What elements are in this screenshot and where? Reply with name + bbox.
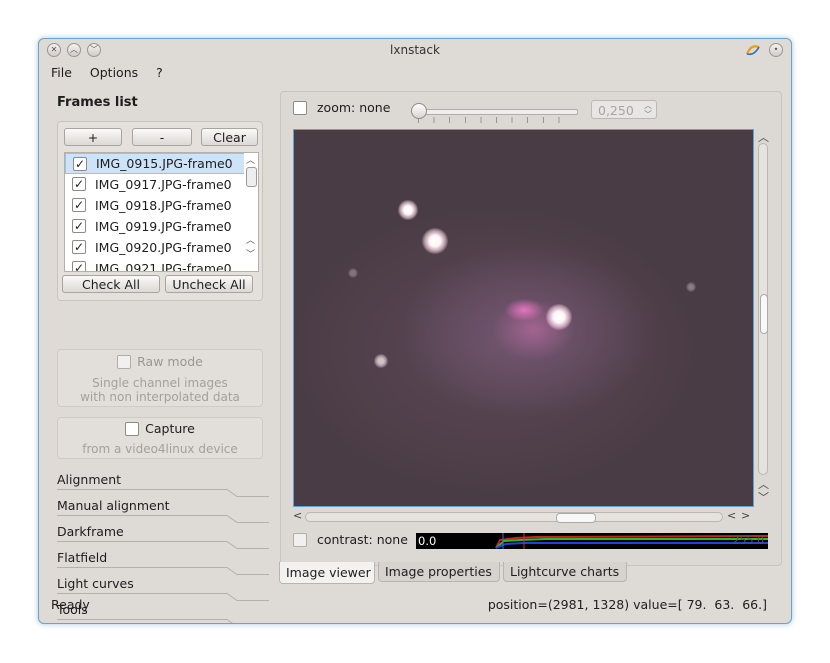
- viewer-hscrollbar[interactable]: < < >: [293, 509, 759, 525]
- capture-checkbox[interactable]: [125, 422, 140, 436]
- zoom-checkbox[interactable]: [293, 101, 307, 115]
- frames-listbox[interactable]: ✓ IMG_0915.JPG-frame0 ✓ IMG_0917.JPG-fra…: [64, 152, 259, 272]
- scroll-down-icon[interactable]: ﹀: [246, 247, 255, 260]
- checkbox-icon[interactable]: ✓: [72, 198, 86, 212]
- zoom-label: zoom: none: [316, 100, 391, 115]
- tab-image-viewer[interactable]: Image viewer: [279, 562, 375, 584]
- capture-label: Capture: [145, 421, 195, 436]
- list-item[interactable]: ✓ IMG_0918.JPG-frame0: [65, 195, 258, 216]
- accordion-divider: [57, 489, 269, 497]
- add-frame-button[interactable]: +: [64, 128, 122, 146]
- star: [374, 354, 388, 368]
- frame-label: IMG_0921.JPG-frame0: [95, 261, 232, 272]
- capture-toggle[interactable]: Capture: [58, 421, 262, 436]
- frame-label: IMG_0915.JPG-frame0: [96, 156, 233, 171]
- levels-min: 0.0: [418, 534, 437, 548]
- star: [686, 282, 696, 292]
- accordion-manual-alignment[interactable]: Manual alignment: [57, 497, 269, 523]
- status-text: Ready: [51, 597, 90, 612]
- checkbox-icon[interactable]: ✓: [73, 157, 87, 171]
- status-position: position=(2981, 1328) value=[ 79. 63. 66…: [487, 597, 767, 612]
- star: [422, 228, 448, 254]
- contrast-checkbox[interactable]: [293, 533, 307, 547]
- hscroll-thumb[interactable]: [556, 513, 596, 523]
- frames-box: + - Clear ✓ IMG_0915.JPG-frame0 ✓ IMG_09…: [57, 121, 263, 301]
- zoom-value: 0,250: [598, 103, 634, 118]
- scroll-down-icon[interactable]: ﹀: [758, 489, 769, 505]
- menu-bar: File Options ?: [51, 65, 177, 83]
- accordion-divider: [57, 515, 269, 523]
- zoom-slider[interactable]: [416, 109, 578, 115]
- checkbox-icon[interactable]: ✓: [72, 261, 86, 271]
- checkbox-icon[interactable]: ✓: [72, 240, 86, 254]
- raw-mode-desc-2: with non interpolated data: [80, 390, 240, 404]
- raw-mode-label: Raw mode: [137, 354, 203, 369]
- spin-arrows-icon[interactable]: ︿ ﹀: [644, 101, 652, 119]
- remove-frame-button[interactable]: -: [132, 128, 192, 146]
- accordion-darkframe[interactable]: Darkframe: [57, 523, 269, 549]
- image-viewer[interactable]: [293, 129, 754, 507]
- contrast-label: contrast: none: [316, 532, 408, 547]
- title-bar: ✕ ︿ ﹀ lxnstack •: [39, 39, 791, 63]
- window-title: lxnstack: [390, 43, 440, 57]
- frame-label: IMG_0920.JPG-frame0: [95, 240, 232, 255]
- uncheck-all-button[interactable]: Uncheck All: [165, 275, 253, 293]
- list-item[interactable]: ✓ IMG_0917.JPG-frame0: [65, 174, 258, 195]
- main-window: ✕ ︿ ﹀ lxnstack • File Options ? Frames l…: [38, 38, 792, 624]
- contrast-row: contrast: none: [293, 532, 408, 550]
- list-item[interactable]: ✓ IMG_0919.JPG-frame0: [65, 216, 258, 237]
- list-item[interactable]: ✓ IMG_0921.JPG-frame0: [65, 258, 258, 272]
- histogram-curves: [495, 533, 768, 549]
- frames-list-title: Frames list: [57, 95, 138, 110]
- raw-mode-desc-1: Single channel images: [92, 376, 228, 390]
- hscroll-track[interactable]: [305, 512, 723, 523]
- accordion-divider: [57, 541, 269, 549]
- accordion-flatfield[interactable]: Flatfield: [57, 549, 269, 575]
- frames-scrollbar[interactable]: ︿ ︿ ﹀: [244, 153, 258, 271]
- star: [348, 268, 358, 278]
- scroll-up-icon[interactable]: ︿: [246, 233, 255, 246]
- scroll-left-icon[interactable]: <: [727, 509, 736, 522]
- clear-frames-button[interactable]: Clear: [201, 128, 258, 146]
- raw-mode-group: Raw mode Single channel images with non …: [57, 349, 263, 407]
- accordion-alignment[interactable]: Alignment: [57, 471, 269, 497]
- vscroll-thumb[interactable]: [760, 294, 768, 334]
- viewer-vscrollbar[interactable]: ︿ ︿ ﹀: [755, 129, 771, 507]
- checkbox-icon[interactable]: ✓: [72, 177, 86, 191]
- levels-histogram[interactable]: 0.0 255.0: [416, 533, 768, 549]
- star: [398, 200, 418, 220]
- accordion-divider: [57, 567, 269, 575]
- capture-desc: from a video4linux device: [82, 442, 238, 456]
- zoom-slider-ticks: [418, 117, 574, 123]
- viewer-panel: zoom: none 0,250 ︿ ﹀ ︿ ︿ ﹀ < < > contras…: [280, 91, 782, 566]
- list-item[interactable]: ✓ IMG_0915.JPG-frame0: [65, 153, 258, 174]
- raw-mode-checkbox[interactable]: [117, 355, 132, 369]
- tab-lightcurve-charts[interactable]: Lightcurve charts: [503, 562, 627, 582]
- zoom-slider-handle[interactable]: [411, 103, 427, 119]
- capture-group: Capture from a video4linux device: [57, 417, 263, 459]
- status-bar: Ready position=(2981, 1328) value=[ 79. …: [51, 597, 767, 615]
- scroll-up-icon[interactable]: ︿: [246, 153, 255, 166]
- checkbox-icon[interactable]: ✓: [72, 219, 86, 233]
- levels-max: 255.0: [732, 534, 765, 547]
- star: [546, 304, 572, 330]
- scroll-left-icon[interactable]: <: [293, 509, 302, 522]
- vscroll-track[interactable]: [758, 143, 768, 475]
- window-menu-icon[interactable]: •: [769, 43, 783, 57]
- tab-image-properties[interactable]: Image properties: [378, 562, 500, 582]
- frame-label: IMG_0917.JPG-frame0: [95, 177, 232, 192]
- raw-mode-toggle[interactable]: Raw mode: [58, 354, 262, 369]
- frame-label: IMG_0918.JPG-frame0: [95, 198, 232, 213]
- menu-file[interactable]: File: [51, 65, 72, 80]
- menu-help[interactable]: ?: [156, 65, 163, 80]
- scroll-thumb[interactable]: [246, 167, 257, 187]
- lxnstack-app-icon: [745, 42, 761, 58]
- scroll-right-icon[interactable]: >: [741, 509, 750, 522]
- check-all-button[interactable]: Check All: [62, 275, 160, 293]
- list-item[interactable]: ✓ IMG_0920.JPG-frame0: [65, 237, 258, 258]
- frame-label: IMG_0919.JPG-frame0: [95, 219, 232, 234]
- menu-options[interactable]: Options: [90, 65, 138, 80]
- zoom-row: zoom: none: [293, 100, 390, 120]
- zoom-spinbox[interactable]: 0,250 ︿ ﹀: [591, 100, 657, 119]
